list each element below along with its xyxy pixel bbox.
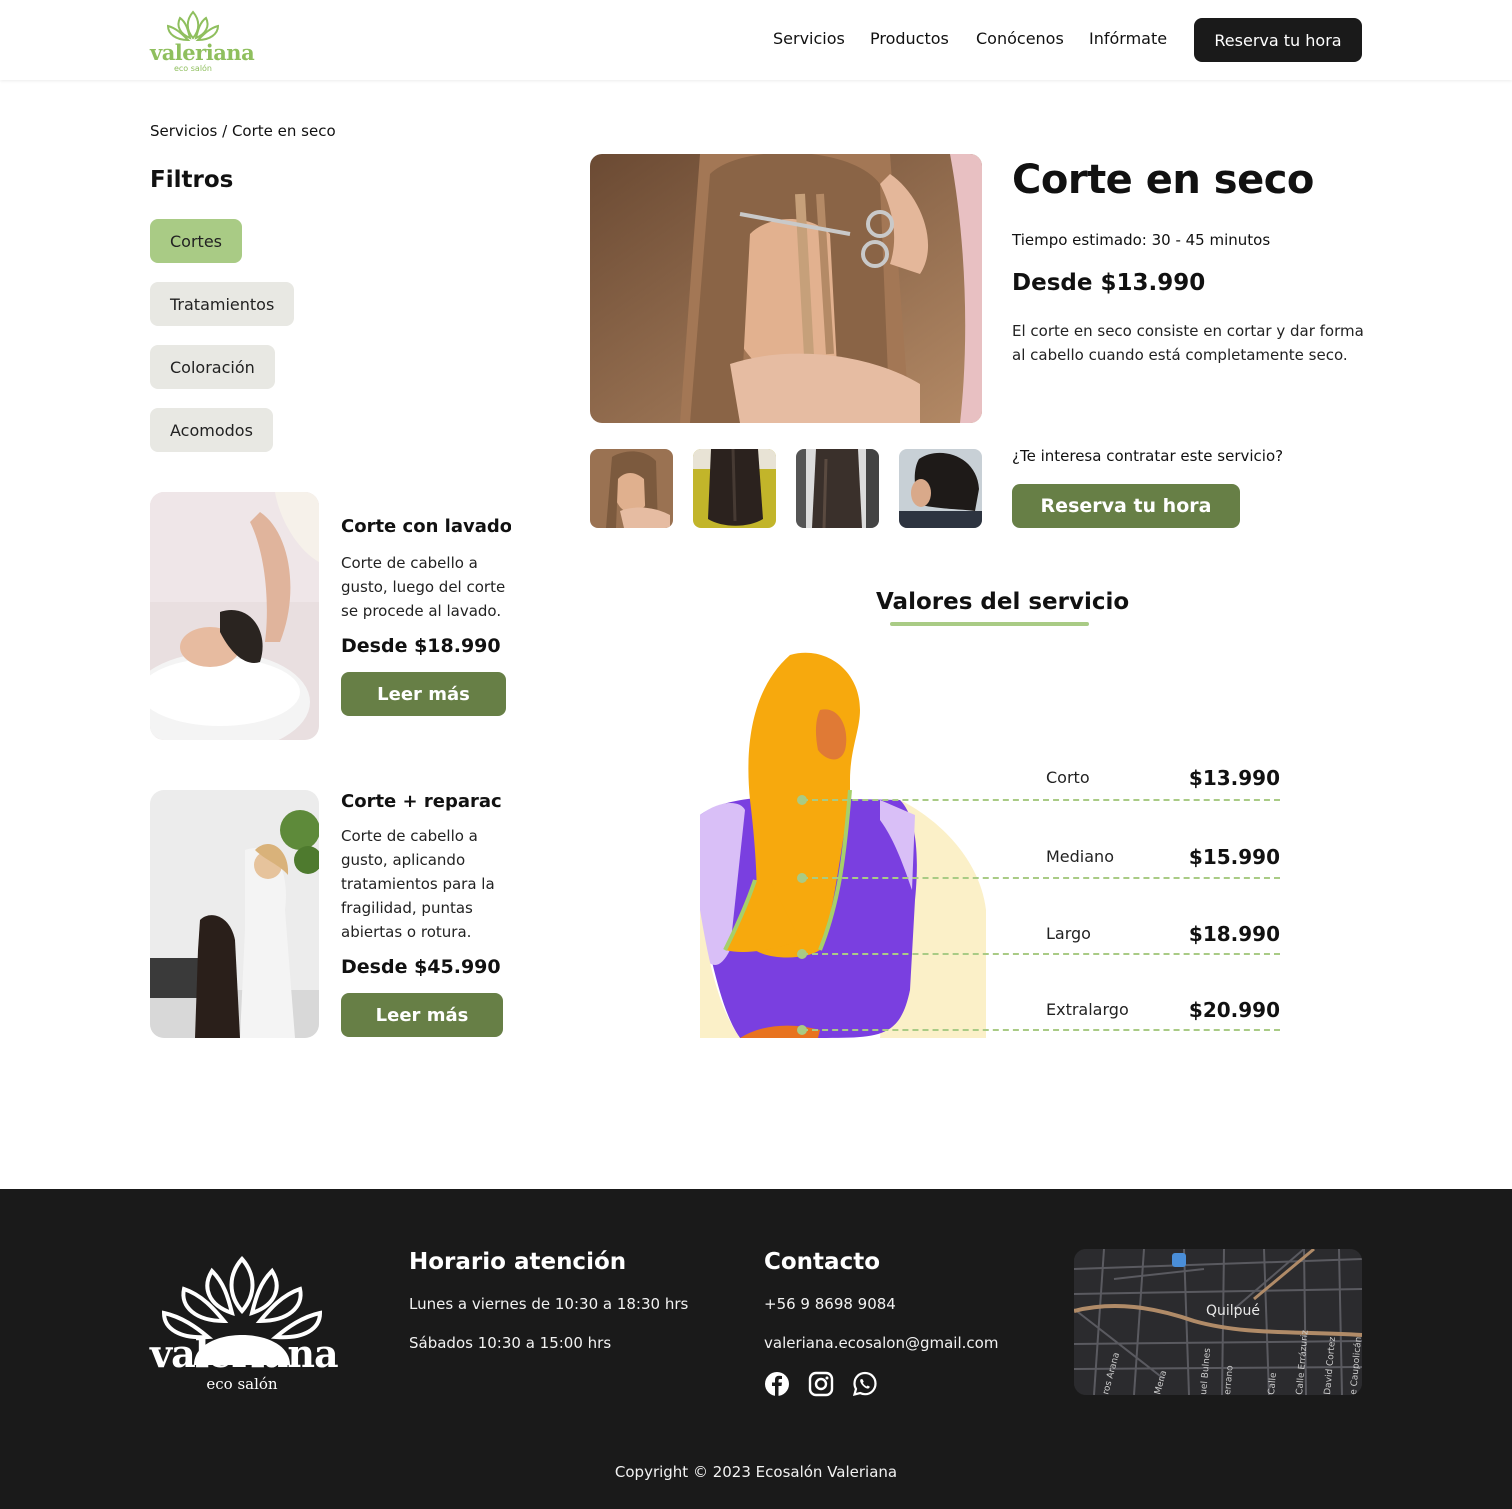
map-graphic: Quilpué ros Arana Mena uel Bulnes errano… xyxy=(1074,1249,1362,1395)
map-street-label: Calle xyxy=(1267,1372,1279,1395)
hours-heading: Horario atención xyxy=(409,1249,627,1275)
footer-logo-wordmark: valeriana xyxy=(150,1331,339,1376)
estimated-time: Tiempo estimado: 30 - 45 minutos xyxy=(1012,231,1271,249)
thumbnail-4[interactable] xyxy=(899,449,982,528)
thumbnail-1[interactable] xyxy=(590,449,673,528)
length-price: $20.990 xyxy=(1188,998,1280,1022)
card-description: Corte de cabello a gusto, aplicando trat… xyxy=(341,827,495,941)
corte-con-lavado-image[interactable] xyxy=(150,492,319,740)
map-city-label: Quilpué xyxy=(1206,1303,1260,1319)
filter-cortes[interactable]: Cortes xyxy=(150,219,242,263)
hair-cut-photo xyxy=(590,154,982,423)
hair-length-illustration xyxy=(700,650,990,1038)
corte-reparacion-image[interactable] xyxy=(150,790,319,1038)
site-header: valeriana eco salón Servicios Productos … xyxy=(0,0,1512,80)
filter-acomodos[interactable]: Acomodos xyxy=(150,408,273,452)
length-price: $18.990 xyxy=(1188,922,1280,946)
thumb-photo xyxy=(899,449,982,528)
filter-coloracion[interactable]: Coloración xyxy=(150,345,275,389)
title-underline xyxy=(890,622,1089,626)
length-line-extralargo xyxy=(802,1029,1280,1031)
length-label: Largo xyxy=(1046,924,1091,943)
booking-button[interactable]: Reserva tu hora xyxy=(1012,484,1240,528)
values-title: Valores del servicio xyxy=(876,589,1130,615)
read-more-button[interactable]: Leer más xyxy=(341,993,503,1037)
length-price: $13.990 xyxy=(1188,766,1280,790)
thumb-photo xyxy=(796,449,879,528)
card-price: Desde $45.990 xyxy=(341,956,501,978)
filter-tratamientos[interactable]: Tratamientos xyxy=(150,282,295,326)
card-title: Corte con lavado xyxy=(341,516,511,537)
instagram-icon[interactable] xyxy=(808,1371,834,1397)
length-line-largo xyxy=(802,953,1280,955)
card-description: Corte de cabello a gusto, luego del cort… xyxy=(341,554,506,620)
location-map[interactable]: Quilpué ros Arana Mena uel Bulnes errano… xyxy=(1074,1249,1362,1395)
contact-heading: Contacto xyxy=(764,1249,880,1275)
service-price: Desde $13.990 xyxy=(1012,270,1206,296)
service-description: El corte en seco consiste en cortar y da… xyxy=(1012,322,1364,364)
nav-productos[interactable]: Productos xyxy=(870,29,949,48)
logo-subtitle: eco salón xyxy=(173,64,212,73)
booking-question: ¿Te interesa contratar este servicio? xyxy=(1012,447,1284,465)
lotus-logo-icon xyxy=(166,10,220,42)
nav-conocenos[interactable]: Conócenos xyxy=(976,29,1064,48)
hair-treatment-photo xyxy=(150,790,319,1038)
logo-wordmark: valeriana xyxy=(150,40,255,65)
woman-back-illustration xyxy=(700,652,986,1038)
thumb-photo xyxy=(693,449,776,528)
thumb-photo xyxy=(590,449,673,528)
hours-saturday: Sábados 10:30 a 15:00 hrs xyxy=(409,1334,612,1352)
nav-informate[interactable]: Infórmate xyxy=(1089,29,1167,48)
copyright: Copyright © 2023 Ecosalón Valeriana xyxy=(614,1463,898,1481)
site-footer: valeriana eco salón Horario atención Lun… xyxy=(0,1189,1512,1509)
facebook-icon[interactable] xyxy=(764,1371,790,1397)
breadcrumb[interactable]: Servicios / Corte en seco xyxy=(150,122,336,140)
length-label: Extralargo xyxy=(1046,1000,1129,1019)
length-label: Mediano xyxy=(1046,847,1114,866)
whatsapp-icon[interactable] xyxy=(852,1371,878,1397)
header-booking-button[interactable]: Reserva tu hora xyxy=(1194,18,1362,62)
hair-wash-photo xyxy=(150,492,319,740)
main-service-image xyxy=(590,154,982,423)
service-title: Corte en seco xyxy=(1012,157,1314,203)
length-price: $15.990 xyxy=(1188,845,1280,869)
length-label: Corto xyxy=(1046,768,1090,787)
filters-title: Filtros xyxy=(150,167,234,193)
thumbnail-3[interactable] xyxy=(796,449,879,528)
read-more-button[interactable]: Leer más xyxy=(341,672,506,716)
contact-phone[interactable]: +56 9 8698 9084 xyxy=(764,1295,896,1313)
contact-email[interactable]: valeriana.ecosalon@gmail.com xyxy=(764,1334,998,1352)
hours-weekdays: Lunes a viernes de 10:30 a 18:30 hrs xyxy=(409,1295,689,1313)
logo[interactable]: valeriana eco salón xyxy=(150,8,255,74)
card-title: Corte + reparación xyxy=(341,791,503,812)
thumbnail-2[interactable] xyxy=(693,449,776,528)
card-price: Desde $18.990 xyxy=(341,635,501,657)
length-line-mediano xyxy=(802,877,1280,879)
footer-logo[interactable]: valeriana eco salón xyxy=(150,1255,339,1401)
footer-logo-subtitle: eco salón xyxy=(206,1375,278,1393)
nav-servicios[interactable]: Servicios xyxy=(773,29,845,48)
length-line-corto xyxy=(802,799,1280,801)
